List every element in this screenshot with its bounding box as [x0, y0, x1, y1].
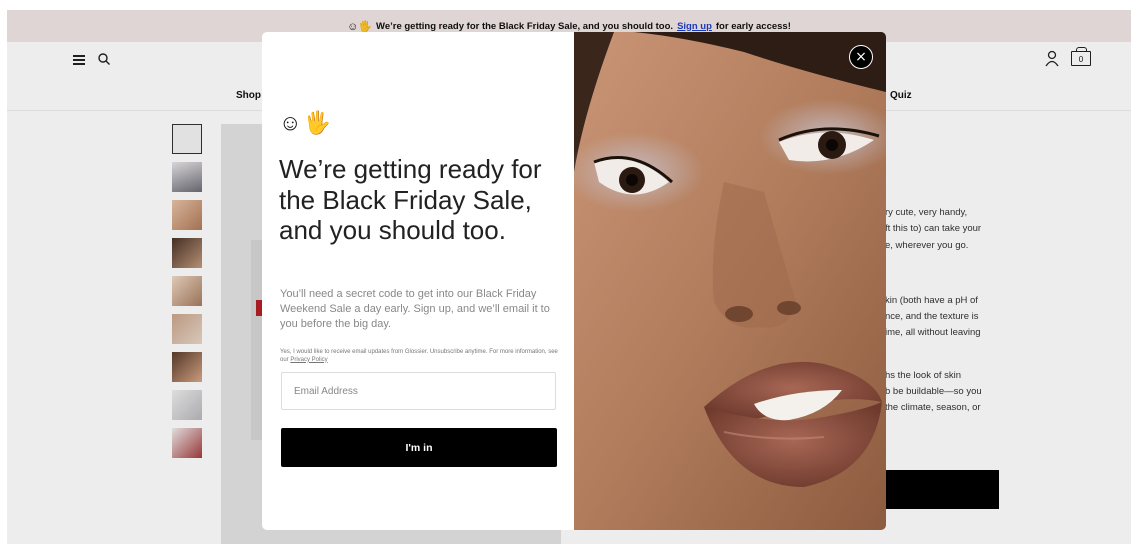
- modal-content: ☺🖐 We’re getting ready for the Black Fri…: [262, 32, 574, 530]
- modal-subtitle: You’ll need a secret code to get into ou…: [280, 288, 550, 330]
- legal-text: Yes, I would like to receive email updat…: [280, 349, 560, 364]
- modal-title: We’re getting ready for the Black Friday…: [279, 154, 542, 245]
- im-in-button[interactable]: I'm in: [281, 428, 557, 467]
- close-icon[interactable]: ×: [849, 45, 873, 69]
- face-photo: [574, 32, 886, 530]
- signup-modal: ☺🖐 We’re getting ready for the Black Fri…: [262, 32, 886, 530]
- model-photo: [574, 32, 886, 530]
- smile-wave-icon: ☺🖐: [279, 110, 333, 135]
- email-field[interactable]: [281, 372, 556, 410]
- privacy-policy-link[interactable]: Privacy Policy: [290, 357, 327, 363]
